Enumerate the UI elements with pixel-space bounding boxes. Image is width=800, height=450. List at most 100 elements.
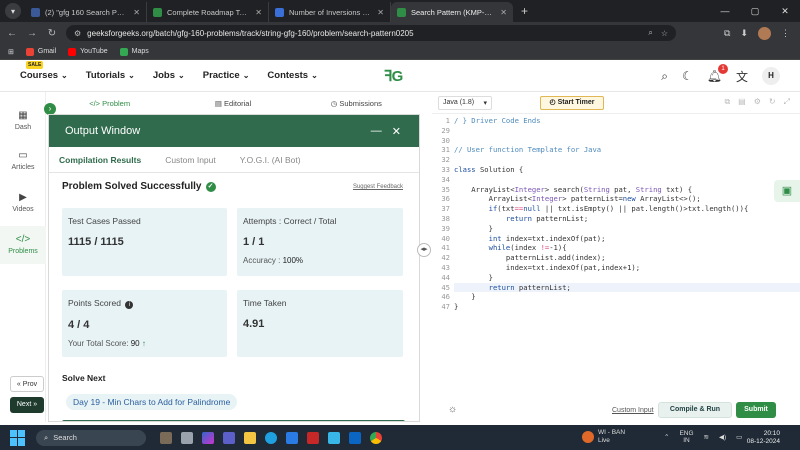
suggest-feedback-link[interactable]: Suggest Feedback bbox=[353, 184, 403, 190]
download-icon[interactable]: ⬇ bbox=[740, 28, 748, 39]
close-tab-icon[interactable]: ✕ bbox=[133, 8, 140, 17]
rail-item-videos[interactable]: ▶ Videos bbox=[0, 192, 46, 213]
rail-item-problems[interactable]: </> Problems bbox=[0, 226, 46, 264]
search-icon[interactable]: ⌕ bbox=[661, 69, 668, 84]
tab-submissions[interactable]: ◷ Submissions bbox=[295, 99, 418, 108]
close-window-icon[interactable]: ✕ bbox=[770, 0, 800, 22]
resize-handle-icon[interactable]: ◂▸ bbox=[417, 243, 431, 257]
nav-label: Tutorials bbox=[85, 70, 126, 81]
close-tab-icon[interactable]: ✕ bbox=[377, 8, 384, 17]
translate-icon[interactable]: 文 bbox=[736, 68, 748, 85]
line-number: 35 bbox=[441, 184, 450, 194]
next-button[interactable]: Next » bbox=[10, 397, 44, 413]
site-info-icon[interactable]: ⚙ bbox=[74, 29, 81, 38]
videos-icon: ▶ bbox=[19, 192, 27, 203]
problem-tabs: </> Problem ▤ Editorial ◷ Submissions bbox=[48, 92, 418, 114]
maximize-icon[interactable]: ▢ bbox=[740, 0, 770, 22]
tab-yogi-ai-bot[interactable]: Y.O.G.I. (AI Bot) bbox=[240, 155, 301, 165]
forward-icon[interactable]: → bbox=[24, 28, 40, 39]
rail-item-dash[interactable]: ▦ Dash bbox=[0, 110, 46, 131]
start-timer-button[interactable]: ◴ Start Timer bbox=[540, 96, 604, 110]
reload-icon[interactable]: ↻ bbox=[44, 28, 60, 39]
taskbar-search[interactable]: ⌕ Search bbox=[36, 429, 146, 446]
bookmark-label: YouTube bbox=[80, 48, 108, 55]
browser-tab[interactable]: (2) "gfg 160 Search Pattern (KM ✕ bbox=[25, 2, 147, 22]
line-number: 44 bbox=[441, 272, 450, 282]
settings-icon[interactable]: ⚙ bbox=[754, 97, 761, 107]
tray-chevron-icon[interactable]: ⌃ bbox=[664, 433, 669, 441]
code-editor[interactable]: 1 / } Driver Code Ends 29 30 31 // User funct… bbox=[432, 114, 800, 396]
input-language[interactable]: ENG IN bbox=[679, 430, 693, 444]
telegram-icon[interactable] bbox=[328, 431, 340, 444]
fullscreen-icon[interactable]: ⤢ bbox=[784, 97, 790, 107]
reset-icon[interactable]: ↻ bbox=[769, 97, 776, 107]
mcafee-icon[interactable] bbox=[307, 431, 319, 444]
teams-icon[interactable] bbox=[223, 431, 235, 444]
task-view-icon[interactable] bbox=[181, 431, 193, 444]
profile-avatar[interactable] bbox=[758, 26, 771, 40]
chrome-icon[interactable] bbox=[370, 431, 382, 444]
windows-start-icon[interactable] bbox=[10, 429, 26, 446]
notification-bell-icon[interactable]: 🔔︎ 1 bbox=[707, 64, 728, 83]
bookmark-item[interactable]: YouTube bbox=[68, 47, 108, 56]
new-tab-button[interactable]: + bbox=[521, 4, 528, 18]
copy-icon[interactable]: ⧉ bbox=[724, 97, 730, 107]
minimize-output-icon[interactable]: — bbox=[371, 125, 382, 138]
back-icon[interactable]: ← bbox=[4, 28, 20, 39]
chat-icon[interactable]: ▣ bbox=[774, 180, 800, 202]
dark-mode-icon[interactable]: ☾ bbox=[682, 69, 693, 83]
compile-run-button[interactable]: Compile & Run bbox=[658, 402, 732, 418]
close-output-icon[interactable]: ✕ bbox=[392, 125, 401, 138]
next-problem-link[interactable]: Day 19 - Min Chars to Add for Palindrome bbox=[66, 394, 238, 410]
tab-compilation-results[interactable]: Compilation Results bbox=[59, 155, 141, 165]
info-icon[interactable]: i bbox=[125, 301, 134, 309]
browser-menu-icon[interactable]: ⋮ bbox=[781, 28, 790, 39]
wifi-icon[interactable]: ≋ bbox=[704, 433, 709, 441]
bookmark-item[interactable]: Maps bbox=[119, 47, 149, 56]
zoom-icon[interactable]: ⌕ bbox=[648, 28, 652, 38]
gfg-logo[interactable]: ꟻG bbox=[384, 67, 403, 85]
minimize-icon[interactable]: — bbox=[710, 0, 740, 22]
edge-icon[interactable] bbox=[265, 431, 277, 444]
lightbulb-icon[interactable]: ☼ bbox=[448, 404, 457, 415]
nav-item-courses[interactable]: SALE Courses ⌄ bbox=[20, 61, 68, 81]
store-icon[interactable] bbox=[286, 431, 298, 444]
paste-icon[interactable]: ▤ bbox=[738, 97, 746, 107]
linkedin-icon[interactable] bbox=[349, 431, 361, 444]
tab-custom-input[interactable]: Custom Input bbox=[165, 155, 216, 165]
browser-tab[interactable]: Search Pattern (KMP-Algorithm ✕ bbox=[391, 2, 513, 22]
nav-item-practice[interactable]: Practice ⌄ bbox=[203, 70, 250, 81]
timer-label: Start Timer bbox=[557, 99, 595, 106]
apps-grid-icon[interactable]: ⊞ bbox=[8, 48, 14, 56]
close-tab-icon[interactable]: ✕ bbox=[255, 8, 262, 17]
language-select[interactable]: Java (1.8) ▾ bbox=[438, 96, 492, 110]
nav-item-tutorials[interactable]: Tutorials ⌄ bbox=[86, 70, 135, 81]
nav-item-contests[interactable]: Contests ⌄ bbox=[267, 70, 317, 81]
close-tab-icon[interactable]: ✕ bbox=[500, 8, 507, 17]
tab-search-icon[interactable]: ▾ bbox=[5, 3, 21, 19]
code-line: index=txt.indexOf(pat,index+1); bbox=[454, 263, 641, 272]
taskbar-app-icon[interactable] bbox=[160, 431, 172, 444]
copilot-icon[interactable] bbox=[202, 431, 214, 444]
bookmark-item[interactable]: Gmail bbox=[25, 47, 56, 56]
rail-item-articles[interactable]: ▭ Articles bbox=[0, 150, 46, 171]
browser-tab[interactable]: Complete Roadmap To Learn D ✕ bbox=[147, 2, 269, 22]
tab-editorial[interactable]: ▤ Editorial bbox=[171, 99, 294, 108]
weather-widget[interactable]: WI - BAN Live bbox=[582, 429, 625, 445]
extensions-icon[interactable]: ⧉ bbox=[724, 28, 730, 39]
lang-top: ENG bbox=[679, 430, 694, 437]
user-avatar[interactable]: H bbox=[762, 67, 780, 85]
volume-icon[interactable]: ◀︎) bbox=[719, 433, 726, 441]
submit-button[interactable]: Submit bbox=[736, 402, 776, 418]
prev-button[interactable]: « Prov bbox=[10, 376, 44, 392]
code-line: if(txt==null || txt.isEmpty() || pat.len… bbox=[488, 204, 749, 214]
clock[interactable]: 20:10 08-12-2024 bbox=[747, 430, 780, 446]
tab-problem[interactable]: </> Problem bbox=[48, 99, 171, 108]
bookmark-star-icon[interactable]: ☆ bbox=[661, 29, 668, 38]
browser-tab[interactable]: Number of Inversions - Naukri ✕ bbox=[269, 2, 391, 22]
file-explorer-icon[interactable] bbox=[244, 431, 256, 444]
custom-input-link[interactable]: Custom Input bbox=[612, 407, 654, 414]
nav-item-jobs[interactable]: Jobs ⌄ bbox=[153, 70, 185, 81]
url-field[interactable]: ⚙ geeksforgeeks.org/batch/gfg-160-proble… bbox=[66, 25, 676, 41]
battery-icon[interactable]: ▭ bbox=[736, 433, 742, 441]
